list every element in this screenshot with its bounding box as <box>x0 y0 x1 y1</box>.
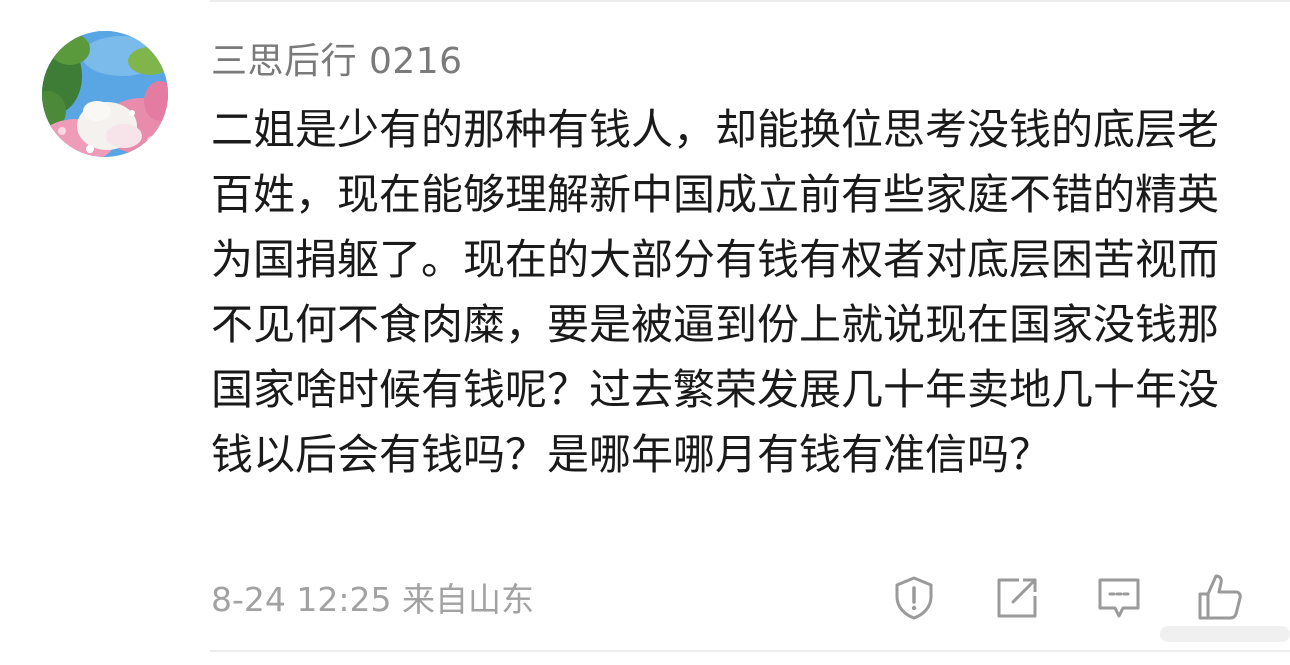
comment-text: 二姐是少有的那种有钱人，却能换位思考没钱的底层老百姓，现在能够理解新中国成立前有… <box>211 105 1220 479</box>
comment-icon <box>1098 578 1140 618</box>
thumbs-up-icon <box>1198 574 1242 620</box>
avatar[interactable] <box>42 31 168 157</box>
report-button[interactable] <box>890 574 938 622</box>
location: 来自山东 <box>402 580 534 619</box>
username[interactable]: 三思后行 0216 <box>211 38 463 86</box>
top-divider <box>210 0 1290 2</box>
comment-meta: 8-24 12:25 来自山东 <box>211 578 534 622</box>
timestamp: 8-24 12:25 <box>211 580 392 619</box>
share-icon <box>997 578 1037 618</box>
like-button[interactable] <box>1196 570 1244 620</box>
warning-shield-icon <box>895 576 933 620</box>
share-button[interactable] <box>993 574 1041 622</box>
reply-button[interactable] <box>1095 574 1143 622</box>
watermark-logo <box>1160 618 1290 650</box>
bottom-divider <box>210 650 1290 652</box>
